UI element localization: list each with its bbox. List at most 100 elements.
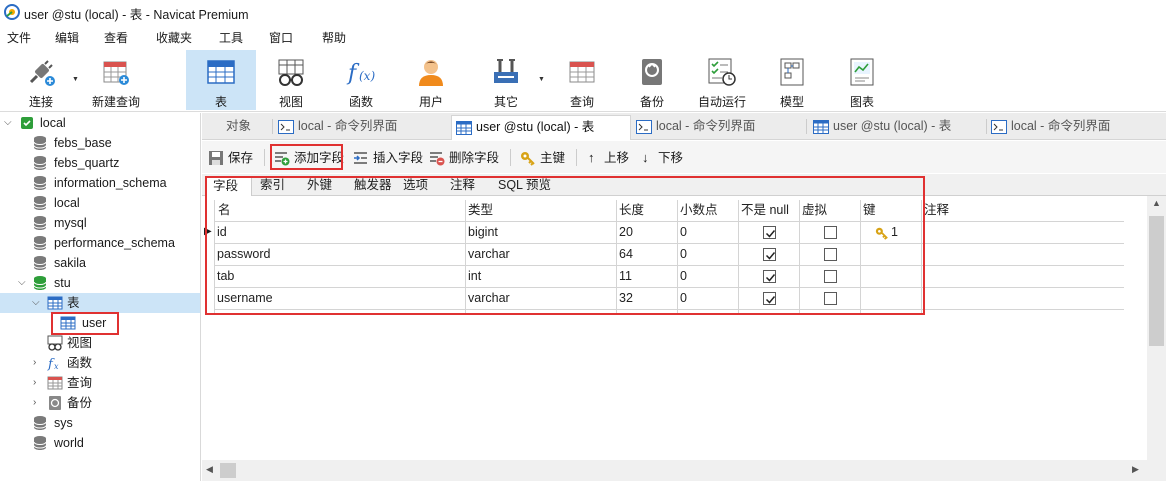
toolbar-new-query-button[interactable]: 新建查询 — [82, 50, 150, 110]
connection-icon — [29, 60, 55, 86]
scroll-left-icon[interactable]: ◀ — [206, 464, 213, 475]
menu-help[interactable]: 帮助 — [322, 29, 346, 46]
toolbar-connection-button[interactable]: 连接 — [6, 50, 76, 110]
tree-tables-folder[interactable]: ⌵ 表 — [0, 293, 200, 313]
tab-objects[interactable]: 对象 — [226, 115, 251, 140]
connection-dropdown-icon[interactable]: ▼ — [72, 76, 79, 83]
tree-label: information_schema — [54, 176, 167, 190]
scroll-right-icon[interactable]: ▶ — [1132, 464, 1139, 475]
horizontal-scrollbar[interactable]: ◀ ▶ — [202, 460, 1147, 481]
tree-database-mysql[interactable]: mysql — [0, 213, 200, 233]
collapse-icon[interactable]: ⌵ — [32, 293, 40, 313]
console-icon — [636, 120, 652, 134]
toolbar-model-button[interactable]: 模型 — [757, 50, 827, 110]
database-icon — [33, 136, 47, 150]
tree-database-information-schema[interactable]: information_schema — [0, 173, 200, 193]
tab-local-console-3[interactable]: local - 命令列界面 — [989, 115, 1161, 140]
arrow-up-icon: ↑ — [588, 150, 595, 165]
menu-bar: 文件 编辑 查看 收藏夹 工具 窗口 帮助 — [0, 26, 1166, 46]
tab-user-table-2[interactable]: user @stu (local) - 表 — [811, 115, 986, 140]
tree-label: 备份 — [67, 396, 93, 410]
toolbar-table-button[interactable]: 表 — [186, 50, 256, 110]
table-folder-icon — [47, 296, 63, 310]
toolbar-query-button[interactable]: 查询 — [547, 50, 617, 110]
tree-database-sakila[interactable]: sakila — [0, 253, 200, 273]
toolbar-label: 自动运行 — [697, 95, 746, 109]
navicat-logo-icon — [4, 4, 20, 20]
move-down-button[interactable]: ↓ 下移 — [642, 149, 688, 167]
toolbar-label: 查询 — [569, 95, 594, 109]
insert-field-icon — [354, 152, 367, 164]
collapse-icon[interactable]: ⌵ — [4, 113, 12, 133]
tree-database-sys[interactable]: sys — [0, 413, 200, 433]
svg-text:x: x — [54, 362, 59, 371]
main-toolbar: 连接 ▼ 新建查询 表 视图 f (x) 函数 用户 其它 ▼ 查询 备份 自动… — [0, 48, 1166, 112]
backup-folder-icon — [49, 396, 61, 410]
menu-tools[interactable]: 工具 — [219, 29, 243, 46]
tree-database-febs-quartz[interactable]: febs_quartz — [0, 153, 200, 173]
other-dropdown-icon[interactable]: ▼ — [538, 76, 545, 83]
new-query-icon — [103, 61, 129, 85]
connection-icon — [21, 117, 33, 129]
tree-database-performance-schema[interactable]: performance_schema — [0, 233, 200, 253]
button-label: 下移 — [658, 151, 684, 165]
tab-divider — [272, 119, 273, 134]
collapse-icon[interactable]: ⌵ — [18, 273, 26, 293]
tree-database-febs-base[interactable]: febs_base — [0, 133, 200, 153]
toolbar-function-button[interactable]: f (x) 函数 — [326, 50, 396, 110]
database-icon — [33, 176, 47, 190]
tab-label: user @stu (local) - 表 — [476, 120, 595, 134]
column-header-comment[interactable]: 注释 — [924, 200, 949, 220]
toolbar-user-button[interactable]: 用户 — [396, 50, 466, 110]
button-label: 删除字段 — [449, 151, 500, 165]
tree-queries-folder[interactable]: › 查询 — [0, 373, 200, 393]
tab-user-table-active[interactable]: user @stu (local) - 表 — [451, 115, 631, 140]
function-icon: f (x) — [346, 61, 375, 86]
menu-edit[interactable]: 编辑 — [55, 29, 79, 46]
tree-views-folder[interactable]: 视图 — [0, 333, 200, 353]
tree-backups-folder[interactable]: › 备份 — [0, 393, 200, 413]
menu-view[interactable]: 查看 — [104, 29, 128, 46]
tab-local-console-2[interactable]: local - 命令列界面 — [634, 115, 806, 140]
button-label: 插入字段 — [373, 151, 424, 165]
vertical-scrollbar[interactable]: ▲ — [1147, 196, 1166, 460]
tab-divider — [806, 119, 807, 134]
tree-database-world[interactable]: world — [0, 433, 200, 453]
tree-database-local[interactable]: local — [0, 193, 200, 213]
tree-label: 表 — [67, 296, 80, 310]
database-icon — [33, 416, 47, 430]
database-icon — [33, 156, 47, 170]
svg-text:f: f — [346, 61, 360, 86]
toolbar-label: 视图 — [278, 95, 303, 109]
tree-label: febs_quartz — [54, 156, 120, 170]
toolbar-chart-button[interactable]: 图表 — [827, 50, 897, 110]
scroll-thumb[interactable] — [1149, 216, 1164, 346]
toolbar-automation-button[interactable]: 自动运行 — [687, 50, 757, 110]
tree-connection-local[interactable]: ⌵ local — [0, 113, 200, 133]
table-icon — [456, 121, 472, 135]
insert-field-button[interactable]: 插入字段 — [353, 149, 425, 167]
view-icon — [278, 59, 304, 86]
query-icon — [569, 61, 595, 83]
delete-field-button[interactable]: 删除字段 — [429, 149, 501, 167]
backup-icon — [642, 59, 662, 85]
primary-key-button[interactable]: 主键 — [520, 149, 568, 167]
toolbar-view-button[interactable]: 视图 — [256, 50, 326, 110]
menu-favorites[interactable]: 收藏夹 — [156, 29, 192, 46]
expand-icon[interactable]: › — [33, 393, 36, 413]
menu-window[interactable]: 窗口 — [269, 29, 293, 46]
scroll-up-icon[interactable]: ▲ — [1152, 198, 1161, 208]
move-up-button[interactable]: ↑ 上移 — [588, 149, 634, 167]
scroll-thumb[interactable] — [220, 463, 236, 478]
save-button[interactable]: 保存 — [208, 149, 258, 167]
expand-icon[interactable]: › — [33, 353, 36, 373]
toolbar-backup-button[interactable]: 备份 — [617, 50, 687, 110]
menu-file[interactable]: 文件 — [7, 29, 31, 46]
user-icon — [419, 60, 443, 86]
toolbar-label: 新建查询 — [91, 95, 140, 109]
toolbar-other-button[interactable]: 其它 — [471, 50, 541, 110]
expand-icon[interactable]: › — [33, 373, 36, 393]
tree-functions-folder[interactable]: › fx 函数 — [0, 353, 200, 373]
tab-local-console-1[interactable]: local - 命令列界面 — [276, 115, 448, 140]
tree-database-stu[interactable]: ⌵ stu — [0, 273, 200, 293]
